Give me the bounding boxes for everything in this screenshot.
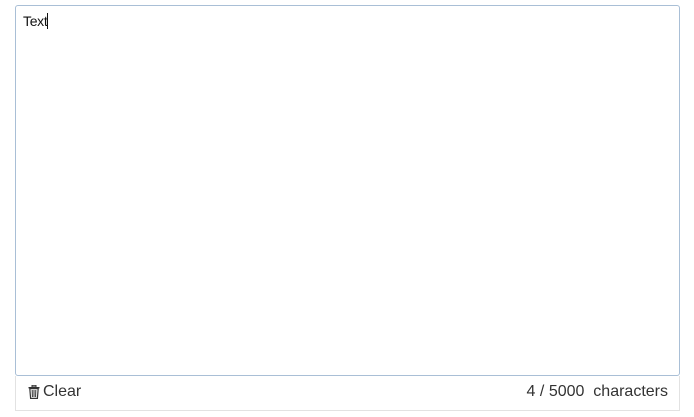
text-area[interactable]: Text	[15, 5, 680, 376]
text-value: Text	[23, 13, 48, 29]
text-editor-widget: Text Clear 4 / 5000 characters	[15, 5, 680, 412]
character-count: 4	[526, 383, 536, 400]
counter-separator: /	[539, 383, 545, 400]
clear-button-label: Clear	[43, 383, 82, 400]
text-area-content: Text	[23, 13, 49, 29]
character-max: 5000	[548, 383, 585, 400]
character-unit-label: characters	[593, 383, 668, 400]
clear-button[interactable]: Clear	[28, 383, 81, 401]
editor-footer: Clear 4 / 5000 characters	[15, 376, 680, 411]
trash-icon	[28, 385, 40, 399]
character-counter: 4 / 5000 characters	[527, 383, 668, 401]
text-caret	[47, 13, 49, 29]
